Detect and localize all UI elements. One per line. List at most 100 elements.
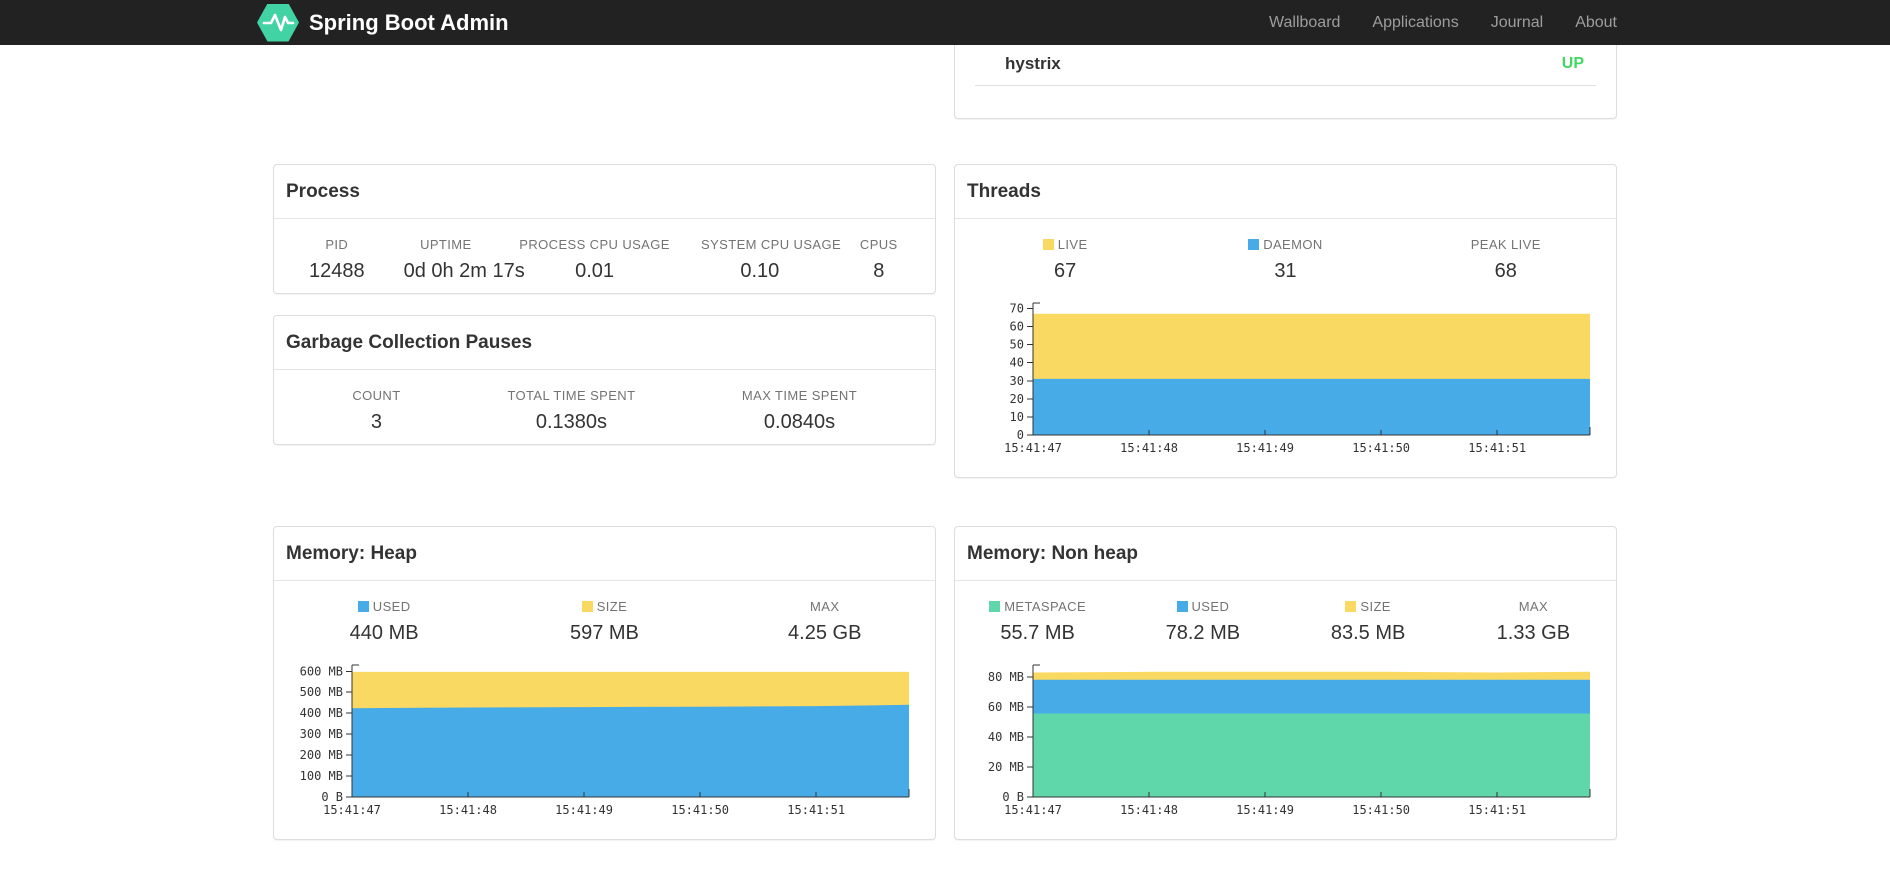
gc-panel: Garbage Collection Pauses COUNT 3 TOTAL … bbox=[273, 315, 936, 445]
gc-total-time-label: TOTAL TIME SPENT bbox=[507, 388, 636, 403]
pid-value: 12488 bbox=[308, 260, 365, 282]
threads-live-label: LIVE bbox=[955, 219, 1175, 254]
memory-nonheap-chart: 0 B 20 MB 40 MB 60 MB 80 MB 15:41:47 15:41:48 1… bbox=[955, 655, 1616, 839]
svg-text:15:41:47: 15:41:47 bbox=[1004, 441, 1062, 455]
uptime-label: UPTIME bbox=[420, 237, 472, 252]
threads-daemon-label: DAEMON bbox=[1175, 219, 1395, 254]
memory-nonheap-panel: Memory: Non heap METASPACE 55.7 MB USED … bbox=[954, 526, 1617, 840]
brand-link[interactable]: Spring Boot Admin bbox=[257, 3, 509, 42]
memory-row: Memory: Heap USED 440 MB SIZE 597 MB MAX… bbox=[273, 526, 1617, 840]
threads-peak-live-value: 68 bbox=[1494, 260, 1517, 282]
svg-text:0 B: 0 B bbox=[321, 790, 343, 804]
nonheap-used-label: USED bbox=[1120, 581, 1285, 616]
pid-label: PID bbox=[325, 237, 349, 252]
nav-item-journal[interactable]: Journal bbox=[1459, 14, 1543, 32]
nav-item-about[interactable]: About bbox=[1543, 14, 1617, 32]
threads-live-swatch-icon bbox=[1042, 239, 1054, 250]
heap-used-label: USED bbox=[274, 581, 494, 616]
threads-chart: 0 10 20 30 40 50 60 70 15:41:47 15:41:48 15:41:49 1… bbox=[955, 293, 1616, 477]
process-panel-title: Process bbox=[274, 165, 935, 219]
svg-text:15:41:47: 15:41:47 bbox=[1004, 803, 1062, 817]
nonheap-metaspace-label: METASPACE bbox=[955, 581, 1120, 616]
memory-nonheap-panel-title: Memory: Non heap bbox=[955, 527, 1616, 581]
gc-total-time-value: 0.1380s bbox=[535, 411, 608, 433]
svg-text:30: 30 bbox=[1010, 374, 1024, 388]
svg-text:20: 20 bbox=[1010, 392, 1024, 406]
threads-panel-title: Threads bbox=[955, 165, 1616, 219]
top-navbar: Spring Boot Admin Wallboard Applications… bbox=[0, 0, 1890, 45]
svg-text:15:41:51: 15:41:51 bbox=[787, 803, 845, 817]
svg-text:15:41:48: 15:41:48 bbox=[439, 803, 497, 817]
svg-text:60 MB: 60 MB bbox=[988, 700, 1024, 714]
svg-text:60: 60 bbox=[1010, 320, 1024, 334]
svg-text:15:41:49: 15:41:49 bbox=[1236, 441, 1294, 455]
nonheap-metaspace-value: 55.7 MB bbox=[1000, 622, 1075, 644]
svg-text:15:41:48: 15:41:48 bbox=[1120, 803, 1178, 817]
application-status-panel: hystrix UP bbox=[954, 45, 1617, 119]
cpus-value: 8 bbox=[873, 260, 885, 282]
nav-item-applications[interactable]: Applications bbox=[1340, 14, 1458, 32]
nonheap-size-swatch-icon bbox=[1345, 601, 1357, 612]
threads-daemon-swatch-icon bbox=[1248, 239, 1260, 250]
svg-text:15:41:49: 15:41:49 bbox=[555, 803, 613, 817]
memory-heap-chart: 0 B 100 MB 200 MB 300 MB 400 MB 500 MB 600 MB 1… bbox=[274, 655, 935, 839]
svg-text:400 MB: 400 MB bbox=[300, 706, 343, 720]
application-status-badge: UP bbox=[1561, 55, 1584, 72]
memory-heap-panel-title: Memory: Heap bbox=[274, 527, 935, 581]
svg-text:100 MB: 100 MB bbox=[300, 769, 343, 783]
svg-text:15:41:47: 15:41:47 bbox=[323, 803, 381, 817]
svg-text:15:41:50: 15:41:50 bbox=[671, 803, 729, 817]
nonheap-metaspace-swatch-icon bbox=[989, 601, 1001, 612]
memory-nonheap-stats: METASPACE 55.7 MB USED 78.2 MB SIZE 83.5… bbox=[955, 581, 1616, 655]
heap-used-value: 440 MB bbox=[349, 622, 419, 644]
memory-heap-stats: USED 440 MB SIZE 597 MB MAX 4.25 GB bbox=[274, 581, 935, 655]
svg-text:15:41:50: 15:41:50 bbox=[1352, 441, 1410, 455]
heap-used-swatch-icon bbox=[357, 601, 369, 612]
svg-text:15:41:51: 15:41:51 bbox=[1468, 803, 1526, 817]
gc-max-time-label: MAX TIME SPENT bbox=[741, 388, 858, 403]
svg-text:15:41:50: 15:41:50 bbox=[1352, 803, 1410, 817]
uptime-value: 0d 0h 2m 17s bbox=[403, 260, 525, 282]
application-name[interactable]: hystrix bbox=[1005, 54, 1061, 74]
process-stats: PID 12488 UPTIME 0d 0h 2m 17s PROCESS CP… bbox=[274, 219, 935, 293]
memory-heap-panel: Memory: Heap USED 440 MB SIZE 597 MB MAX… bbox=[273, 526, 936, 840]
svg-text:70: 70 bbox=[1010, 301, 1024, 315]
gc-stats: COUNT 3 TOTAL TIME SPENT 0.1380s MAX TIM… bbox=[274, 370, 935, 444]
application-row-hystrix[interactable]: hystrix UP bbox=[975, 45, 1596, 86]
svg-text:10: 10 bbox=[1010, 410, 1024, 424]
svg-text:40: 40 bbox=[1010, 356, 1024, 370]
spring-boot-admin-logo-icon bbox=[257, 3, 299, 42]
threads-stats: LIVE 67 DAEMON 31 PEAK LIVE 68 bbox=[955, 219, 1616, 293]
svg-text:300 MB: 300 MB bbox=[300, 727, 343, 741]
gc-count-label: COUNT bbox=[352, 388, 401, 403]
threads-live-value: 67 bbox=[1054, 260, 1077, 282]
nonheap-used-value: 78.2 MB bbox=[1165, 622, 1241, 644]
svg-text:20 MB: 20 MB bbox=[988, 760, 1024, 774]
system-cpu-usage-label: SYSTEM CPU USAGE bbox=[701, 237, 842, 252]
svg-text:0: 0 bbox=[1017, 428, 1024, 442]
svg-text:15:41:49: 15:41:49 bbox=[1236, 803, 1294, 817]
svg-text:600 MB: 600 MB bbox=[300, 664, 343, 678]
nonheap-max-value: 1.33 GB bbox=[1496, 622, 1571, 644]
nonheap-size-label: SIZE bbox=[1286, 581, 1451, 616]
svg-text:15:41:48: 15:41:48 bbox=[1120, 441, 1178, 455]
svg-text:0 B: 0 B bbox=[1002, 790, 1024, 804]
threads-daemon-value: 31 bbox=[1274, 260, 1297, 282]
svg-text:50: 50 bbox=[1010, 338, 1024, 352]
process-cpu-usage-value: 0.01 bbox=[575, 260, 615, 282]
top-row: hystrix UP bbox=[273, 45, 1617, 119]
middle-row: Process PID 12488 UPTIME 0d 0h 2m 17s PR… bbox=[273, 164, 1617, 478]
system-cpu-usage-value: 0.10 bbox=[740, 260, 780, 282]
nonheap-max-label: MAX bbox=[1518, 599, 1549, 614]
gc-max-time-value: 0.0840s bbox=[763, 411, 836, 433]
heap-size-label: SIZE bbox=[494, 581, 714, 616]
threads-peak-live-label: PEAK LIVE bbox=[1470, 237, 1541, 252]
gc-count-value: 3 bbox=[370, 411, 383, 433]
nav-item-wallboard[interactable]: Wallboard bbox=[1237, 14, 1340, 32]
threads-panel: Threads LIVE 67 DAEMON 31 PEAK LIVE 68 0… bbox=[954, 164, 1617, 478]
navbar-links: Wallboard Applications Journal About bbox=[1237, 14, 1617, 32]
heap-size-swatch-icon bbox=[581, 601, 593, 612]
svg-text:15:41:51: 15:41:51 bbox=[1468, 441, 1526, 455]
svg-text:200 MB: 200 MB bbox=[300, 748, 343, 762]
svg-text:80 MB: 80 MB bbox=[988, 670, 1024, 684]
